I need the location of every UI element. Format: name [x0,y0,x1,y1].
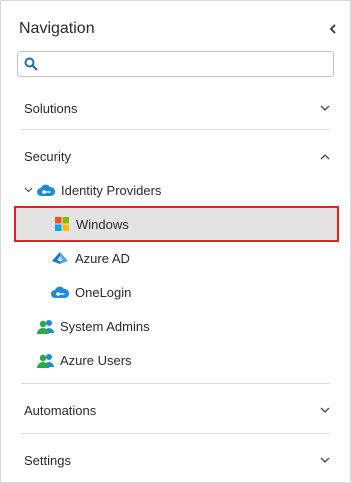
divider [21,433,330,434]
section-solutions-label: Solutions [24,100,78,116]
tree-item-label: Windows [76,216,129,232]
chevron-down-icon[interactable] [21,187,35,193]
divider [21,383,330,384]
chevron-down-icon [320,105,330,111]
azure-ad-icon [51,250,69,266]
section-security[interactable]: Security [24,146,330,166]
navigation-header: Navigation [19,19,340,39]
users-icon [37,352,55,368]
tree-item-azure-ad[interactable]: Azure AD [51,248,130,268]
section-security-label: Security [24,148,71,164]
search-input[interactable] [44,52,333,76]
tree-item-label: Azure Users [60,352,132,368]
section-automations-label: Automations [24,402,97,418]
section-settings-label: Settings [24,452,71,468]
collapse-panel-button[interactable] [326,22,340,36]
section-solutions[interactable]: Solutions [24,98,330,118]
navigation-title: Navigation [19,20,95,37]
chevron-left-icon [329,24,336,34]
users-icon [37,318,55,334]
chevron-up-icon [320,153,330,159]
tree-item-windows[interactable]: Windows [53,214,129,234]
tree-item-identity-providers[interactable]: Identity Providers [21,180,161,200]
cloud-key-icon [37,182,55,198]
chevron-down-icon [320,457,330,463]
tree-item-azure-users[interactable]: Azure Users [37,350,132,370]
cloud-key-icon [51,284,69,300]
windows-icon [53,216,71,232]
section-automations[interactable]: Automations [24,400,330,420]
search-icon [24,57,44,71]
divider [21,129,330,130]
navigation-panel: Navigation Solutions Security Identity P… [0,0,351,483]
tree-item-label: OneLogin [75,284,132,300]
section-settings[interactable]: Settings [24,450,330,470]
tree-item-label: Azure AD [75,250,130,266]
search-box [17,51,334,77]
tree-item-onelogin[interactable]: OneLogin [51,282,131,302]
tree-item-label: Identity Providers [61,182,162,198]
chevron-down-icon [320,407,330,413]
tree-item-label: System Admins [60,318,150,334]
tree-item-system-admins[interactable]: System Admins [37,316,150,336]
